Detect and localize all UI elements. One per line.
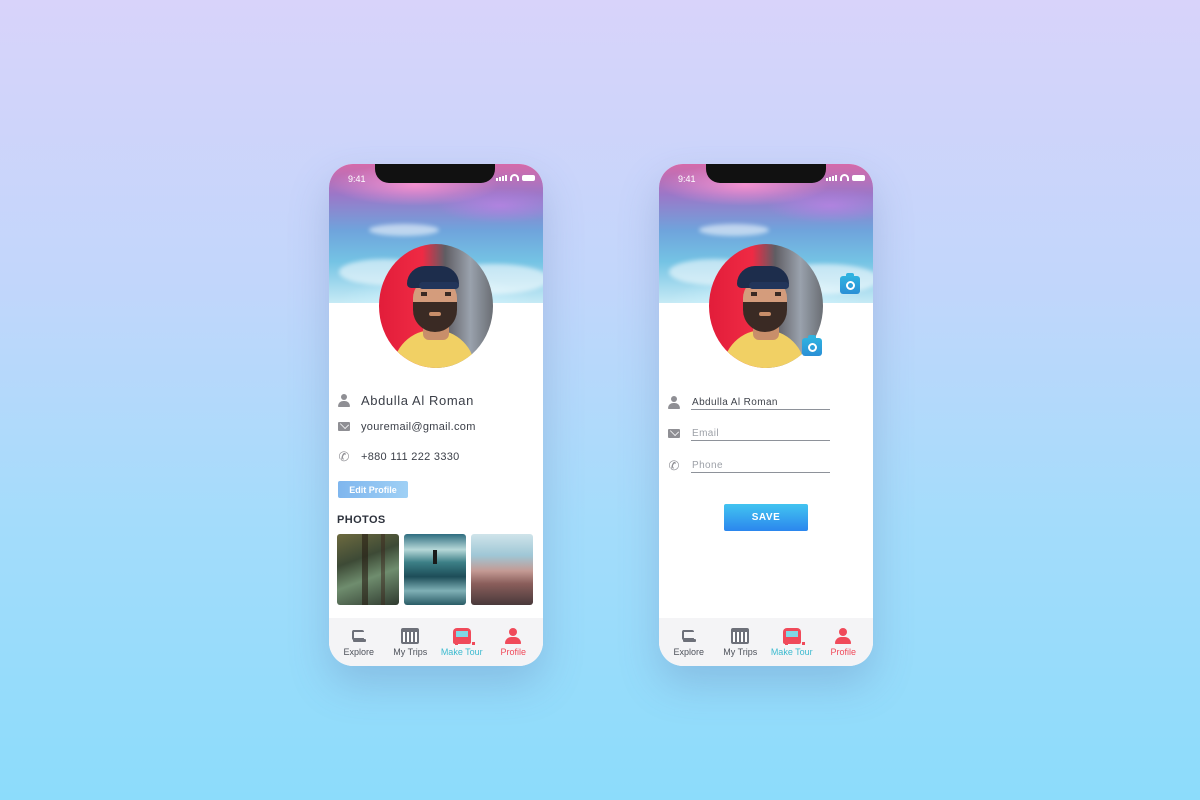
person-icon xyxy=(667,396,681,410)
bus-icon xyxy=(782,627,805,645)
status-time: 9:41 xyxy=(678,174,696,184)
phone-row: ✆ +880 111 222 3330 xyxy=(337,450,460,464)
tab-make-tour[interactable]: Make Tour xyxy=(437,627,487,657)
battery-icon xyxy=(522,175,535,181)
explore-icon xyxy=(680,628,698,644)
photo-thumbnail[interactable] xyxy=(471,534,533,605)
user-icon xyxy=(504,627,522,644)
phone-icon: ✆ xyxy=(668,458,680,473)
tab-bar: Explore My Trips Make Tour Profile xyxy=(329,618,543,666)
name-field[interactable] xyxy=(691,396,830,410)
battery-icon xyxy=(852,175,865,181)
notch xyxy=(375,164,495,183)
name-field-row xyxy=(667,396,830,410)
explore-icon xyxy=(350,628,368,644)
phone-field-row: ✆ xyxy=(667,459,830,473)
mail-icon xyxy=(667,427,681,441)
status-icons xyxy=(496,174,535,181)
tab-my-trips[interactable]: My Trips xyxy=(715,627,765,657)
status-time: 9:41 xyxy=(348,174,366,184)
save-button[interactable]: SAVE xyxy=(724,504,808,531)
tab-bar: Explore My Trips Make Tour Profile xyxy=(659,618,873,666)
status-icons xyxy=(826,174,865,181)
calendar-icon xyxy=(731,627,750,644)
tab-label: My Trips xyxy=(393,646,428,657)
signal-icon xyxy=(496,175,507,181)
tab-make-tour[interactable]: Make Tour xyxy=(767,627,817,657)
phone-icon: ✆ xyxy=(338,449,350,464)
change-avatar-camera-icon[interactable] xyxy=(802,335,822,356)
notch xyxy=(706,164,826,183)
tab-label: Profile xyxy=(500,646,526,657)
wifi-icon xyxy=(840,174,849,181)
tab-label: Make Tour xyxy=(770,646,813,657)
edit-profile-button[interactable]: Edit Profile xyxy=(338,481,408,498)
profile-screen: 9:41 Abdulla Al Roman youremail@gmail.co… xyxy=(329,164,543,666)
tab-label: Profile xyxy=(830,646,856,657)
tab-label: Explore xyxy=(343,646,374,657)
profile-name: Abdulla Al Roman xyxy=(361,393,474,408)
tab-explore[interactable]: Explore xyxy=(334,628,384,657)
wifi-icon xyxy=(510,174,519,181)
tab-explore[interactable]: Explore xyxy=(664,628,714,657)
profile-email: youremail@gmail.com xyxy=(361,421,476,433)
user-icon xyxy=(834,627,852,644)
calendar-icon xyxy=(401,627,420,644)
email-row: youremail@gmail.com xyxy=(337,420,476,434)
tab-profile[interactable]: Profile xyxy=(818,627,868,657)
email-field-row xyxy=(667,427,830,441)
tab-profile[interactable]: Profile xyxy=(488,627,538,657)
change-cover-camera-icon[interactable] xyxy=(840,273,860,294)
tab-my-trips[interactable]: My Trips xyxy=(385,627,435,657)
phone-field[interactable] xyxy=(691,459,830,473)
email-field[interactable] xyxy=(691,427,830,441)
profile-phone: +880 111 222 3330 xyxy=(361,451,460,463)
tab-label: Explore xyxy=(673,646,704,657)
photos-title: PHOTOS xyxy=(337,514,386,526)
signal-icon xyxy=(826,175,837,181)
name-row: Abdulla Al Roman xyxy=(337,393,474,408)
photo-thumbnail[interactable] xyxy=(404,534,466,605)
person-icon xyxy=(337,393,351,408)
mail-icon xyxy=(337,420,351,434)
avatar xyxy=(379,244,493,368)
bus-icon xyxy=(452,627,475,645)
tab-label: Make Tour xyxy=(440,646,483,657)
edit-profile-screen: 9:41 ✆ SAVE Explore My Trips Ma xyxy=(659,164,873,666)
photo-thumbnail[interactable] xyxy=(337,534,399,605)
tab-label: My Trips xyxy=(723,646,758,657)
